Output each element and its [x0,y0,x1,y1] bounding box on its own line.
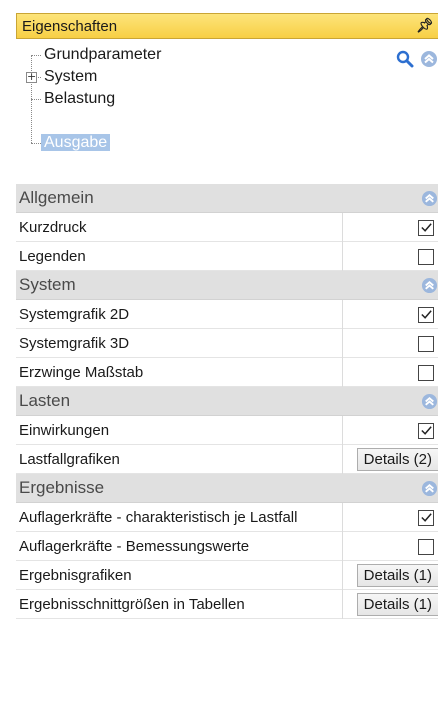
property-checkbox[interactable] [418,248,434,265]
group-header-ergebnisse[interactable]: Ergebnisse [16,474,438,503]
group-header-system[interactable]: System [16,271,438,300]
property-checkbox[interactable] [418,335,434,352]
details-button[interactable]: Details (1) [356,564,438,587]
property-checkbox[interactable] [418,306,434,323]
details-button[interactable]: Details (2) [356,448,438,471]
group-header-allgemein[interactable]: Allgemein [16,184,438,213]
checkmark-icon [420,426,432,435]
property-checkbox[interactable] [418,422,434,439]
group-toggle [342,271,438,300]
property-value [342,329,438,358]
tree-item-label: Belastung [44,90,116,107]
property-value: Details (1) [342,590,438,619]
tree-item-grundparameter[interactable]: Grundparameter [44,44,161,66]
properties-title-bar: Eigenschaften 📌︎ [16,13,438,39]
property-value [342,358,438,387]
checkmark-icon [420,310,432,319]
tree-item-ausgabe[interactable]: Ausgabe [41,132,111,154]
collapse-group-icon[interactable] [421,190,438,207]
collapse-all-icon[interactable] [420,50,438,68]
tree-item-system[interactable]: System [44,66,97,88]
navigation-tree: Grundparameter + System Belastung Ausgab… [16,44,438,164]
property-checkbox[interactable] [418,538,434,555]
property-value: Details (1) [342,561,438,590]
property-value [342,300,438,329]
property-row: Auflagerkräfte - charakteristisch je Las… [16,503,438,532]
tree-connector [31,143,41,144]
property-value [342,242,438,271]
group-toggle [342,184,438,213]
group-toggle [342,387,438,416]
pin-icon[interactable]: 📌︎ [416,17,434,34]
collapse-group-icon[interactable] [421,480,438,497]
property-value: Details (2) [342,445,438,474]
details-button[interactable]: Details (1) [356,593,438,616]
group-header-lasten[interactable]: Lasten [16,387,438,416]
property-value [342,213,438,242]
property-row: Lastfallgrafiken Details (2) [16,445,438,474]
panel-title: Eigenschaften [22,17,118,35]
property-row: Erzwinge Maßstab [16,358,438,387]
tree-connector [31,99,41,100]
tree-toolbar [396,50,438,68]
property-row: Systemgrafik 3D [16,329,438,358]
tree-item-belastung[interactable]: Belastung [44,88,115,110]
property-row: Systemgrafik 2D [16,300,438,329]
property-row: Einwirkungen [16,416,438,445]
property-row: Kurzdruck [16,213,438,242]
property-row: Ergebnisschnittgrößen in Tabellen Details… [16,590,438,619]
expand-icon[interactable]: + [26,71,37,83]
collapse-group-icon[interactable] [421,393,438,410]
group-toggle [342,474,438,503]
checkmark-icon [420,513,432,522]
property-checkbox[interactable] [418,364,434,381]
property-row: Legenden [16,242,438,271]
property-row: Auflagerkräfte - Bemessungswerte [16,532,438,561]
tree-connector [31,55,41,56]
tree-item-label: System [44,68,98,85]
property-value [342,416,438,445]
tree-item-label: Ausgabe [41,134,111,151]
property-checkbox[interactable] [418,509,434,526]
property-checkbox[interactable] [418,219,434,236]
collapse-group-icon[interactable] [421,277,438,294]
checkmark-icon [420,223,432,232]
property-grid: Allgemein Kurzdruck Legenden System Systemgr… [16,184,438,619]
property-row: Ergebnisgrafiken Details (1) [16,561,438,590]
search-icon[interactable] [396,50,414,68]
property-value [342,532,438,561]
tree-item-label: Grundparameter [44,46,162,63]
property-value [342,503,438,532]
